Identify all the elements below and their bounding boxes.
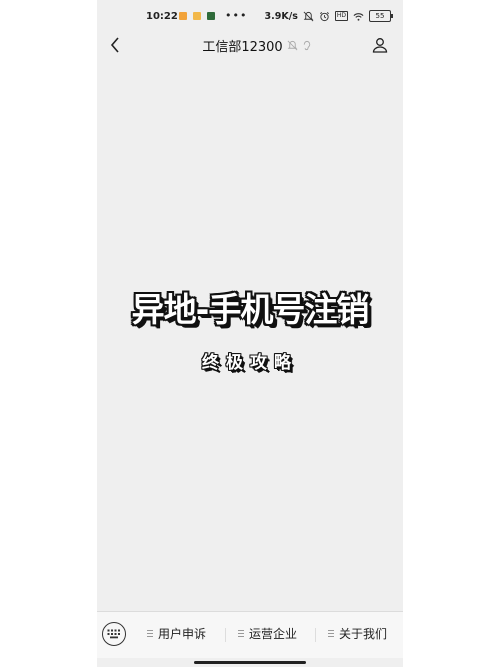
mute-notifications-icon [287, 40, 298, 51]
article-image: 异地-手机号注销 终极攻略 [97, 60, 403, 610]
menu-operators[interactable]: 运营企业 [238, 625, 297, 642]
nav-bar: 工信部12300 [97, 34, 403, 56]
headline: 异地-手机号注销 [131, 290, 370, 329]
more-notifications-icon: ••• [225, 9, 248, 22]
mute-icon [303, 11, 314, 21]
menu-icon [328, 630, 334, 637]
keyboard-icon [107, 629, 120, 639]
menu-icon [238, 630, 244, 637]
app-notification-icon [179, 12, 187, 20]
ear-icon [303, 40, 310, 51]
menu-item-label: 运营企业 [249, 627, 298, 641]
app-notification-icon [193, 12, 201, 20]
page-title: 工信部12300 [202, 40, 283, 55]
menu-about-us[interactable]: 关于我们 [328, 625, 387, 642]
status-time: 10:22 [146, 11, 178, 22]
page: 10:22 ••• 3.9K/s HD 55 工信部12300 异地-手机号注销… [0, 0, 500, 667]
wifi-icon [353, 12, 364, 21]
phone-screen: 10:22 ••• 3.9K/s HD 55 工信部12300 异地-手机号注销… [97, 0, 403, 667]
menu-item-label: 关于我们 [339, 627, 388, 641]
keyboard-button[interactable] [102, 622, 126, 646]
person-icon [372, 38, 388, 53]
battery-icon: 55 [369, 10, 393, 22]
hd-icon: HD [334, 11, 348, 21]
notification-icons: ••• [179, 9, 248, 22]
subheadline: 终极攻略 [202, 353, 298, 373]
status-bar: 10:22 ••• 3.9K/s HD 55 [97, 0, 403, 34]
network-speed: 3.9K/s [264, 10, 298, 22]
alarm-icon [319, 11, 329, 21]
home-indicator[interactable] [194, 661, 306, 664]
menu-item-label: 用户申诉 [158, 627, 207, 641]
app-notification-icon [207, 12, 215, 20]
menu-user-complaint[interactable]: 用户申诉 [147, 625, 206, 642]
status-right: 3.9K/s HD 55 [264, 10, 393, 22]
nav-title-wrap: 工信部12300 [97, 36, 403, 55]
bottom-menu: 用户申诉 运营企业 关于我们 [97, 611, 403, 658]
profile-button[interactable] [369, 34, 391, 56]
menu-divider [315, 628, 316, 642]
menu-icon [147, 630, 153, 637]
menu-divider [225, 628, 226, 642]
